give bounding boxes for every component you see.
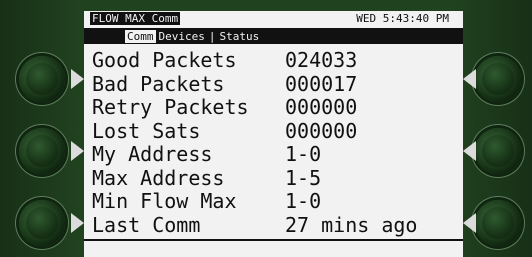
- row-value: 000000: [285, 95, 358, 119]
- tab-status[interactable]: Status: [217, 30, 262, 44]
- list-item: Min Flow Max 1-0: [92, 189, 321, 214]
- tab-separator: |: [206, 30, 218, 44]
- list-item: Last Comm 27 mins ago: [92, 213, 417, 238]
- row-value: 000000: [285, 118, 358, 143]
- clock: WED 5:43:40 PM: [356, 12, 449, 25]
- soft-key-pointer-icon: [463, 141, 476, 161]
- soft-key-pointer-icon: [71, 141, 84, 161]
- soft-key-pointer-icon: [71, 69, 84, 89]
- tab-comm[interactable]: Comm: [124, 30, 157, 44]
- divider: [84, 239, 463, 241]
- list-item: Max Address 1-5: [92, 166, 321, 191]
- row-label: Min Flow Max: [92, 189, 237, 213]
- right-soft-key-3[interactable]: [475, 200, 521, 246]
- list-item: Retry Packets 000000: [92, 95, 357, 120]
- row-label: Good Packets: [92, 48, 237, 72]
- row-label: Retry Packets: [92, 95, 249, 119]
- right-soft-key-2[interactable]: [475, 128, 521, 174]
- list-item: Lost Sats 000000: [92, 119, 357, 144]
- soft-key-pointer-icon: [463, 69, 476, 89]
- list-item: Good Packets 024033: [92, 48, 357, 73]
- row-value: 1-0: [285, 189, 322, 213]
- row-label: My Address: [92, 142, 213, 166]
- tab-strip: Comm Devices | Status: [124, 30, 262, 44]
- soft-key-pointer-icon: [463, 213, 476, 233]
- tab-devices[interactable]: Devices: [156, 30, 207, 44]
- soft-key-pointer-icon: [71, 213, 84, 233]
- list-item: My Address 1-0: [92, 142, 321, 167]
- device-bezel: FLOW MAX Comm WED 5:43:40 PM Comm Device…: [0, 0, 532, 257]
- row-label: Last Comm: [92, 212, 201, 237]
- left-soft-key-1[interactable]: [19, 56, 65, 102]
- left-soft-key-3[interactable]: [19, 200, 65, 246]
- right-soft-key-1[interactable]: [475, 56, 521, 102]
- title-bar: FLOW MAX Comm WED 5:43:40 PM: [84, 11, 463, 30]
- row-value: 000017: [285, 71, 358, 96]
- lcd-screen: FLOW MAX Comm WED 5:43:40 PM Comm Device…: [84, 11, 463, 257]
- row-label: Max Address: [92, 165, 225, 190]
- row-value: 27 mins ago: [285, 212, 418, 237]
- app-title: FLOW MAX Comm: [90, 12, 181, 25]
- row-value: 1-0: [285, 142, 322, 166]
- left-soft-key-2[interactable]: [19, 128, 65, 174]
- row-label: Lost Sats: [92, 118, 201, 143]
- row-value: 1-5: [285, 165, 322, 190]
- row-value: 024033: [285, 48, 358, 72]
- row-label: Bad Packets: [92, 71, 225, 96]
- comm-stats-list: Good Packets 024033 Bad Packets 000017 R…: [92, 48, 417, 238]
- list-item: Bad Packets 000017: [92, 72, 357, 97]
